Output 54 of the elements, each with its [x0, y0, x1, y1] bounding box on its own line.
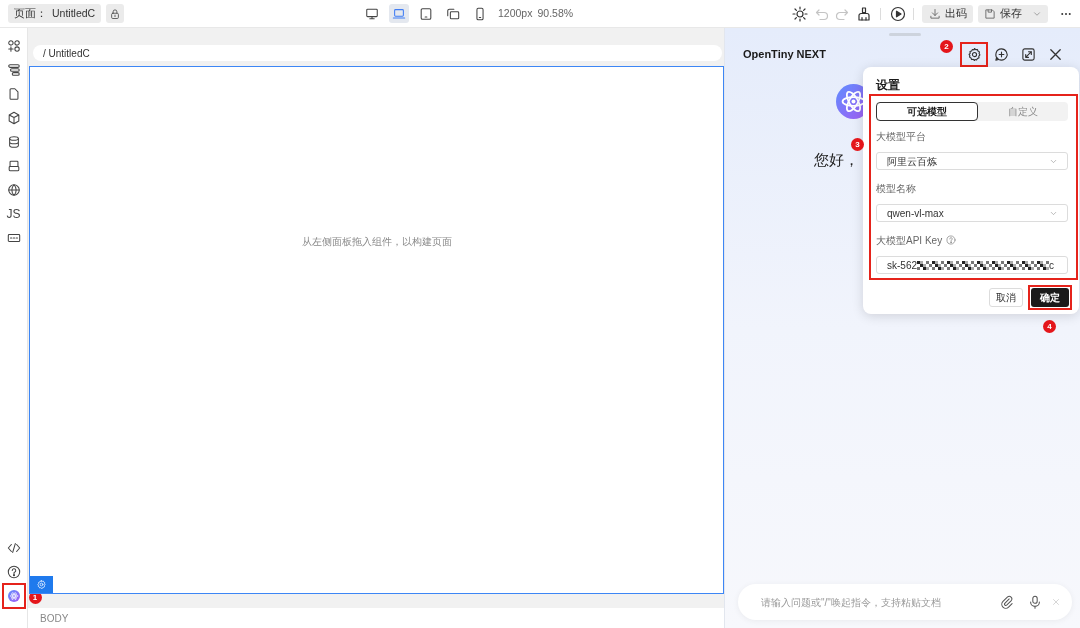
- cancel-button[interactable]: 取消: [989, 288, 1023, 307]
- label-box-icon[interactable]: [6, 231, 21, 245]
- step-badge: 2: [940, 40, 953, 53]
- cube-icon[interactable]: [6, 111, 21, 125]
- field-label: 大模型API Key: [876, 233, 943, 248]
- components-icon[interactable]: [6, 39, 21, 53]
- select-field[interactable]: qwen-vl-max: [876, 204, 1068, 222]
- sun-icon[interactable]: [792, 5, 808, 22]
- code-icon[interactable]: [6, 541, 21, 555]
- export-button[interactable]: 出码: [922, 4, 973, 23]
- element-path-label[interactable]: BODY: [40, 610, 69, 626]
- model-source-tab[interactable]: 可选模型: [876, 102, 978, 121]
- empty-canvas-hint: 从左侧面板拖入组件，以构建页面: [301, 235, 452, 248]
- chat-input-box[interactable]: 请输入问题或"/"唤起指令，支持粘贴文档: [738, 584, 1072, 620]
- step-badge: 4: [1043, 320, 1056, 333]
- monitor-icon: [365, 6, 379, 21]
- canvas-width-label: 1200px: [498, 5, 533, 21]
- greeting-text: 您好，: [814, 151, 859, 169]
- page-selector[interactable]: 页面： UntitledC: [8, 4, 102, 23]
- chat-plus-icon[interactable]: [994, 47, 1009, 62]
- save-button[interactable]: 保存: [978, 4, 1048, 23]
- microphone-icon[interactable]: [1028, 595, 1042, 609]
- globe-icon[interactable]: [6, 183, 21, 197]
- phone-icon: [473, 6, 487, 21]
- api-key-field[interactable]: sk-562 c: [876, 256, 1068, 274]
- help-icon[interactable]: [6, 565, 21, 579]
- document-icon[interactable]: [6, 87, 21, 101]
- message-input[interactable]: 请输入问题或"/"唤起指令，支持粘贴文档: [761, 594, 1000, 610]
- close-icon[interactable]: [1048, 47, 1063, 62]
- play-icon[interactable]: [890, 5, 906, 22]
- zoom-label: 90.58%: [537, 5, 574, 21]
- step-badge: 3: [851, 138, 864, 151]
- paperclip-icon[interactable]: [1000, 595, 1014, 609]
- popover-title: 设置: [875, 78, 901, 93]
- laptop-icon: [392, 6, 406, 21]
- panel-title: OpenTiny NEXT: [743, 47, 826, 63]
- list-bars-icon[interactable]: [6, 63, 21, 77]
- field-label: 模型名称: [876, 181, 916, 196]
- select-field[interactable]: 阿里云百炼: [876, 152, 1068, 170]
- js-sidebar-item[interactable]: JS: [6, 208, 21, 220]
- gear-icon[interactable]: [966, 47, 982, 62]
- lock-button[interactable]: [106, 4, 125, 23]
- rotate-device-icon: [446, 6, 460, 21]
- download-icon: [928, 7, 941, 20]
- confirm-button[interactable]: 确定: [1031, 288, 1069, 307]
- tablet-icon: [419, 6, 433, 21]
- breadcrumb-bar[interactable]: / UntitledC: [33, 45, 722, 61]
- brush-icon[interactable]: [856, 5, 872, 22]
- expand-icon[interactable]: [1021, 47, 1036, 62]
- lock-icon: [109, 7, 122, 20]
- atom-logo-icon[interactable]: [7, 590, 20, 602]
- field-label: 大模型平台: [876, 129, 926, 144]
- tray-icon[interactable]: [6, 159, 21, 173]
- database-icon[interactable]: [6, 135, 21, 149]
